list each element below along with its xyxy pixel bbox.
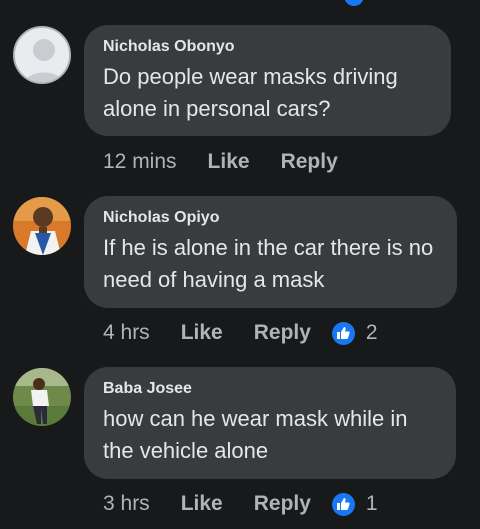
comment-time[interactable]: 4 hrs (103, 321, 150, 345)
avatar[interactable] (13, 197, 71, 255)
reaction-summary[interactable]: 2 (331, 321, 378, 345)
comment-author[interactable]: Nicholas Opiyo (103, 208, 439, 228)
comment-bubble: Nicholas Opiyo If he is alone in the car… (84, 196, 457, 308)
comment-bubble: Nicholas Obonyo Do people wear masks dri… (84, 25, 451, 136)
comment-meta: 3 hrs Like Reply 1 (103, 492, 378, 516)
reply-button[interactable]: Reply (254, 321, 311, 345)
comment-meta: 4 hrs Like Reply 2 (103, 321, 378, 345)
reaction-summary[interactable]: 1 (331, 492, 378, 516)
avatar[interactable] (13, 368, 71, 426)
default-user-icon (15, 28, 69, 82)
like-button[interactable]: Like (208, 150, 250, 174)
comment-bubble: Baba Josee how can he wear mask while in… (84, 367, 456, 479)
like-button[interactable]: Like (181, 492, 223, 516)
like-reaction-icon (331, 492, 355, 516)
comment-time[interactable]: 3 hrs (103, 492, 150, 516)
reply-button[interactable]: Reply (254, 492, 311, 516)
like-reaction-icon (331, 321, 355, 345)
comment-author[interactable]: Baba Josee (103, 379, 438, 399)
comment-time[interactable]: 12 mins (103, 150, 177, 174)
reaction-count: 1 (365, 492, 378, 515)
avatar[interactable] (13, 26, 71, 84)
comment-meta: 12 mins Like Reply (103, 150, 338, 174)
reaction-count: 2 (365, 321, 378, 344)
comment-text: how can he wear mask while in the vehicl… (103, 406, 408, 463)
like-reaction-icon (344, 0, 364, 6)
like-button[interactable]: Like (181, 321, 223, 345)
user-photo-icon (13, 368, 71, 426)
comment-text: Do people wear masks driving alone in pe… (103, 64, 398, 121)
user-photo-icon (13, 197, 71, 255)
thumbs-up-icon (337, 498, 351, 510)
comment-text: If he is alone in the car there is no ne… (103, 235, 434, 292)
previous-comment-fragment (280, 0, 380, 6)
comment-thread: Nicholas Obonyo Do people wear masks dri… (0, 0, 480, 529)
reply-button[interactable]: Reply (281, 150, 338, 174)
comment-author[interactable]: Nicholas Obonyo (103, 37, 433, 57)
thumbs-up-icon (337, 327, 351, 339)
